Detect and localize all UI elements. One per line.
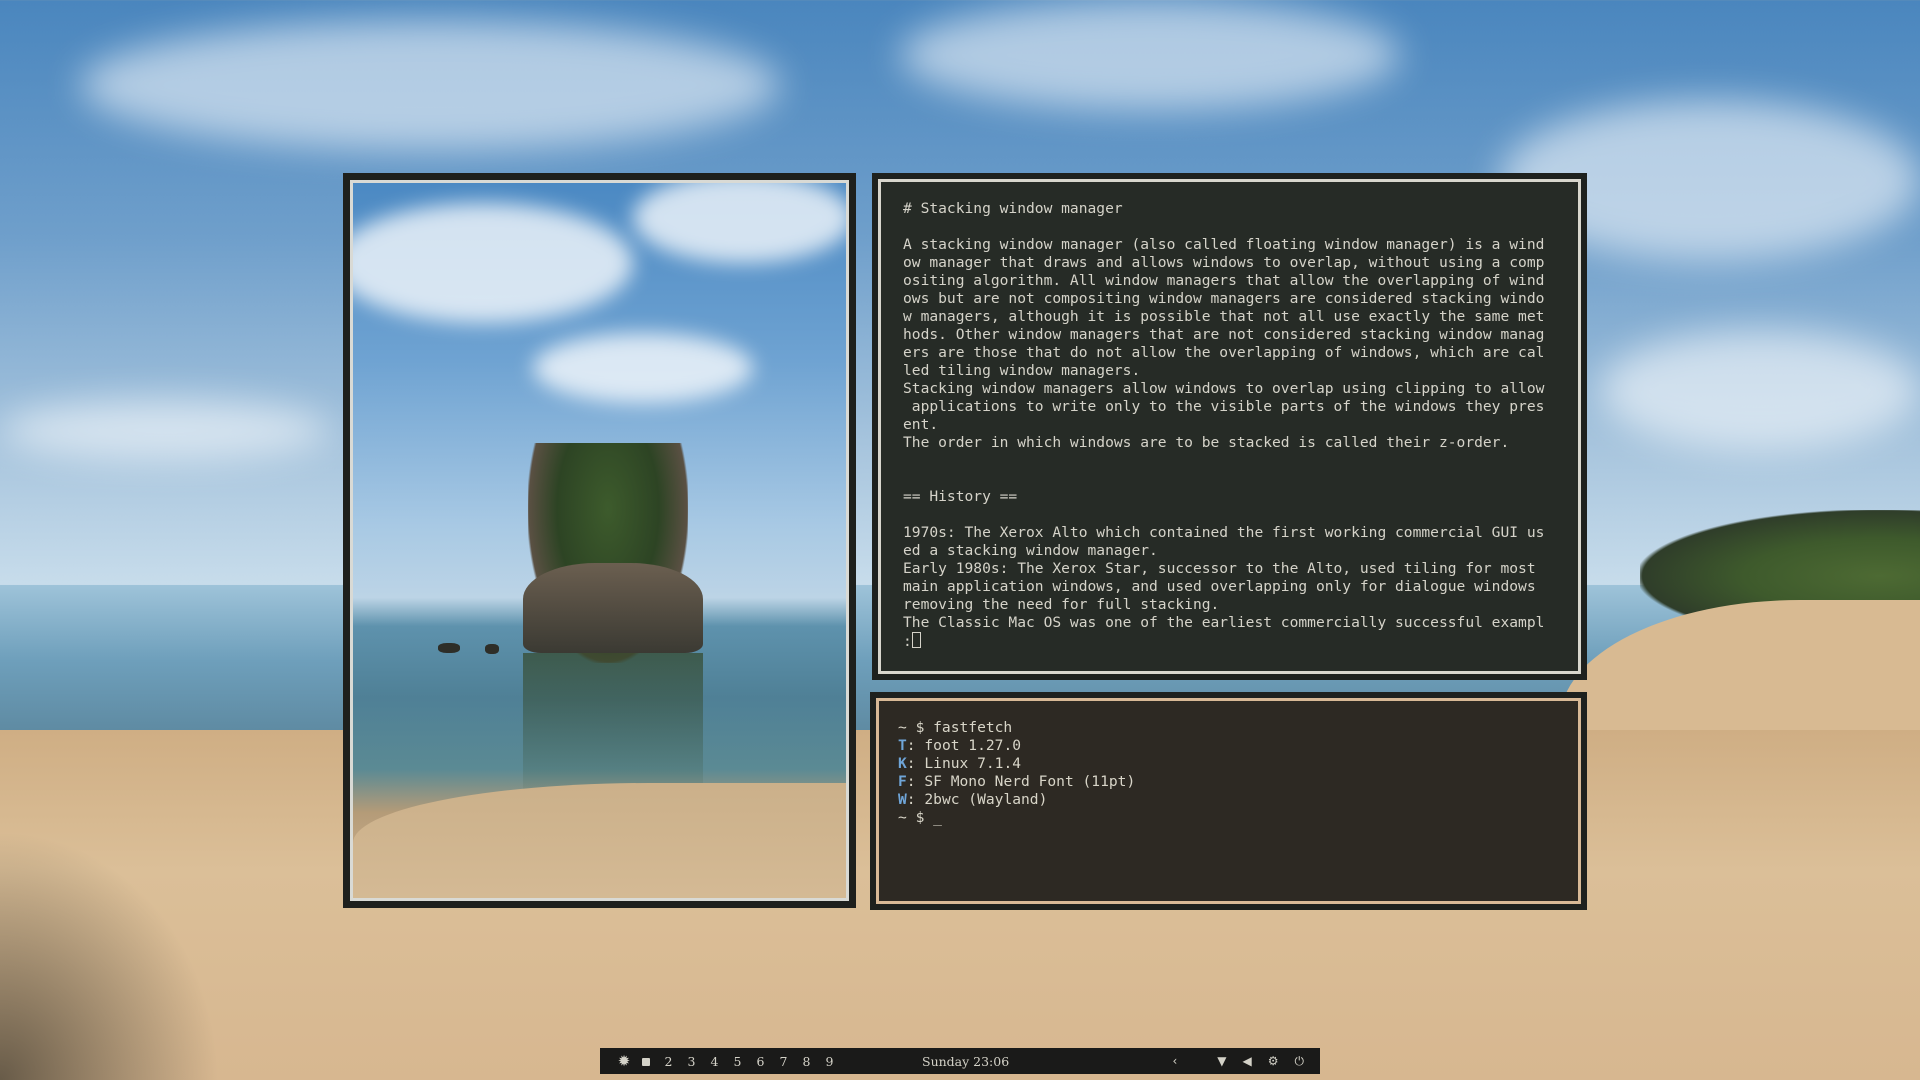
wallpaper-cloud — [80, 20, 780, 150]
text-line — [903, 470, 1556, 488]
wallpaper-shadow — [0, 830, 220, 1080]
wifi-icon[interactable]: ▼ — [1217, 1054, 1226, 1068]
text-line: The Classic Mac OS was one of the earlie… — [903, 614, 1545, 631]
clock[interactable]: Sunday 23:06 — [922, 1054, 1009, 1069]
workspace-button[interactable]: 6 — [749, 1054, 772, 1069]
text-line: A stacking window manager (also called f… — [903, 236, 1545, 253]
text-line: ow manager that draws and allows windows… — [903, 254, 1545, 271]
text-line: ed a stacking window manager. — [903, 542, 1158, 559]
text-cursor — [911, 632, 921, 648]
chevron-left-icon[interactable]: ‹ — [1172, 1054, 1177, 1068]
photo-beach — [353, 783, 846, 898]
workspace-button[interactable]: 4 — [703, 1054, 726, 1069]
fastfetch-info: T: foot 1.27.0 K: Linux 7.1.4 F: SF Mono N… — [898, 737, 1559, 809]
text-line — [903, 218, 1556, 236]
image-viewer-window[interactable] — [343, 173, 856, 908]
wallpaper-cloud — [0, 400, 330, 460]
volume-icon[interactable]: ◀ — [1243, 1054, 1252, 1068]
workspace-button[interactable]: 7 — [772, 1054, 795, 1069]
text-line: Stacking window managers allow windows t… — [903, 380, 1545, 397]
fastfetch-row: T: foot 1.27.0 — [898, 737, 1559, 755]
fastfetch-row: W: 2bwc (Wayland) — [898, 791, 1559, 809]
power-icon[interactable]: ⏻ — [1295, 1054, 1305, 1069]
terminal-command: ~ $ fastfetch — [898, 719, 1013, 736]
wallpaper-cloud — [1600, 330, 1920, 450]
text-line: removing the need for full stacking. — [903, 596, 1220, 613]
workspace-switcher: ✹ 2 3 4 5 6 7 8 9 — [614, 1052, 841, 1070]
photo-cloud — [533, 333, 753, 403]
fastfetch-value: : Linux 7.1.4 — [906, 755, 1022, 772]
photo-cloud — [353, 203, 633, 323]
fastfetch-key: W — [898, 791, 907, 808]
fastfetch-key: F — [898, 773, 907, 790]
text-line: ositing algorithm. All window managers t… — [903, 272, 1545, 289]
system-tray: ‹ ▼ ◀ ⚙ ⏻ — [1172, 1054, 1304, 1069]
text-line: Early 1980s: The Xerox Star, successor t… — [903, 560, 1536, 577]
workspace-button[interactable]: 2 — [657, 1054, 680, 1069]
photo — [350, 180, 849, 901]
pager-prompt: : — [903, 633, 912, 650]
workspace-button[interactable]: 3 — [680, 1054, 703, 1069]
text-line: hods. Other window managers that are not… — [903, 326, 1545, 343]
workspace-1-active[interactable] — [634, 1054, 657, 1069]
text-line: 1970s: The Xerox Alto which contained th… — [903, 524, 1545, 541]
fastfetch-value: : foot 1.27.0 — [906, 737, 1022, 754]
photo-rock-base — [523, 563, 703, 653]
terminal-window[interactable]: ~ $ fastfetch T: foot 1.27.0 K: Linux 7.1.… — [870, 692, 1587, 910]
workspace-button[interactable]: 9 — [818, 1054, 841, 1069]
taskbar: ✹ 2 3 4 5 6 7 8 9 Sunday 23:06 ‹ ▼ ◀ ⚙ ⏻ — [600, 1048, 1320, 1074]
text-viewer-window[interactable]: # Stacking window manager A stacking wind… — [872, 173, 1587, 680]
text-line — [903, 506, 1556, 524]
photo-small-rock — [485, 644, 499, 654]
terminal-content[interactable]: ~ $ fastfetch T: foot 1.27.0 K: Linux 7.1.… — [876, 698, 1581, 904]
workspace-button[interactable]: 5 — [726, 1054, 749, 1069]
text-line: w managers, although it is possible that… — [903, 308, 1545, 325]
text-line: main application windows, and used overl… — [903, 578, 1536, 595]
text-lines: # Stacking window manager A stacking wind… — [903, 200, 1556, 632]
fastfetch-value: : SF Mono Nerd Font (11pt) — [906, 773, 1136, 790]
photo-small-rock — [438, 643, 460, 653]
terminal-prompt: ~ $ _ — [898, 809, 942, 826]
workspace-button[interactable]: 8 — [795, 1054, 818, 1069]
fastfetch-key: T — [898, 737, 907, 754]
text-line: ers are those that do not allow the over… — [903, 344, 1545, 361]
settings-icon[interactable]: ⚙ — [1268, 1054, 1279, 1068]
text-line: led tiling window managers. — [903, 362, 1141, 379]
text-line: applications to write only to the visibl… — [903, 398, 1545, 415]
fastfetch-row: F: SF Mono Nerd Font (11pt) — [898, 773, 1559, 791]
text-line — [903, 452, 1556, 470]
text-line: # Stacking window manager — [903, 200, 1123, 217]
gear-icon[interactable]: ✹ — [614, 1052, 634, 1070]
photo-cloud — [633, 183, 846, 263]
text-line: The order in which windows are to be sta… — [903, 434, 1510, 451]
text-line: == History == — [903, 488, 1018, 505]
fastfetch-value: : 2bwc (Wayland) — [906, 791, 1048, 808]
text-line: ent. — [903, 416, 939, 433]
wallpaper-cloud — [900, 0, 1400, 110]
text-viewer-content[interactable]: # Stacking window manager A stacking wind… — [878, 179, 1581, 674]
text-line: ows but are not compositing window manag… — [903, 290, 1545, 307]
fastfetch-key: K — [898, 755, 907, 772]
photo-reflection — [523, 653, 703, 793]
fastfetch-row: K: Linux 7.1.4 — [898, 755, 1559, 773]
